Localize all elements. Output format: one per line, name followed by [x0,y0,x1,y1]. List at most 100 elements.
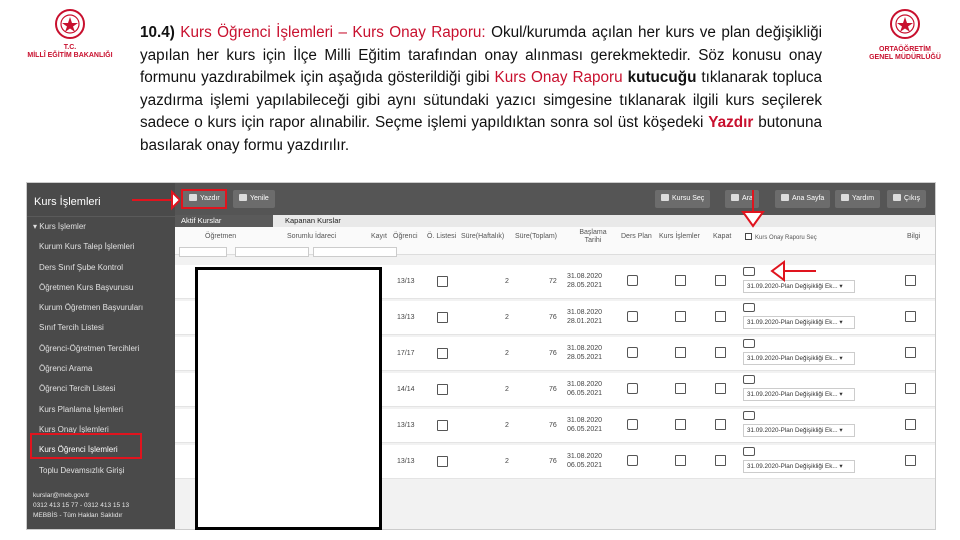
highlight-print-button [181,189,227,209]
edit-document-icon[interactable] [675,275,686,286]
logout-icon [893,194,901,201]
cell-bitis-tarihi: 28.01.2021 [567,318,603,325]
info-icon[interactable] [905,419,916,430]
col-kapat: Kapat [713,233,732,240]
homepage-button[interactable]: Ana Sayfa [775,190,831,208]
sidebar-item-kurs-islemler[interactable]: ▾ Kurs İşlemler [27,217,175,237]
cell-bitis-tarihi: 06.05.2021 [567,390,603,397]
course-select-button[interactable]: Kursu Seç [655,190,711,208]
student-list-icon[interactable] [437,276,448,287]
student-list-icon[interactable] [437,420,448,431]
printer-icon[interactable] [743,339,755,348]
sidebar-item-sinif-tercih[interactable]: Sınıf Tercih Listesi [27,318,175,338]
calendar-icon[interactable] [627,383,638,394]
sidebar-item-toplu-devamsizlik[interactable]: Toplu Devamsızlık Girişi [27,461,175,481]
cell-bitis-tarihi: 28.05.2021 [567,282,603,289]
col-sure-haftalik: Süre(Haftalık) [461,233,505,240]
sidebar-item-kurum-kurs-talep[interactable]: Kurum Kurs Talep İşlemleri [27,237,175,257]
plan-dropdown[interactable]: 31.09.2020-Plan Değişikliği Ek... ▾ [743,460,855,473]
sidebar-item-ogrenci-tercih-listesi[interactable]: Öğrenci Tercih Listesi [27,379,175,399]
sidebar-item-ogrenci-ogretmen-tercih[interactable]: Öğrenci-Öğretmen Tercihleri [27,339,175,359]
cell-baslama-tarihi: 31.08.2020 [567,345,603,352]
plan-dropdown-value: 31.09.2020-Plan Değişikliği Ek... [747,283,838,290]
close-document-icon[interactable] [715,311,726,322]
plan-dropdown[interactable]: 31.09.2020-Plan Değişikliği Ek... ▾ [743,316,855,329]
logout-button[interactable]: Çıkış [887,190,926,208]
plan-dropdown-value: 31.09.2020-Plan Değişikliği Ek... [747,427,838,434]
cell-sure-toplam: 76 [549,314,557,321]
arrow-to-checkbox-icon [741,190,765,228]
logo-right-line1: ORTAÖĞRETİM [879,46,931,53]
cell-sure-toplam: 76 [549,386,557,393]
filter-input-ogretmen[interactable] [235,247,309,257]
printer-icon[interactable] [743,375,755,384]
cell-kayit: 14/14 [397,386,415,393]
cell-sure-haftalik: 2 [505,314,509,321]
cell-baslama-tarihi: 31.08.2020 [567,309,603,316]
close-document-icon[interactable] [715,275,726,286]
info-icon[interactable] [905,383,916,394]
col-baslama-tarihi: Başlama Tarihi [579,229,607,244]
calendar-icon[interactable] [627,311,638,322]
select-all-checkbox[interactable] [745,233,752,240]
student-list-icon[interactable] [437,456,448,467]
cell-bitis-tarihi: 06.05.2021 [567,462,603,469]
sidebar-item-kurs-planlama[interactable]: Kurs Planlama İşlemleri [27,400,175,420]
col-kurs-islemler: Kurs İşlemler [659,233,700,240]
desc-yazdir: Yazdır [708,114,754,132]
close-document-icon[interactable] [715,419,726,430]
toolbar: Yazdır Yenile Kursu Seç Ara Ana Sayfa Ya… [175,183,935,215]
plan-dropdown[interactable]: 31.09.2020-Plan Değişikliği Ek... ▾ [743,424,855,437]
calendar-icon[interactable] [627,347,638,358]
plan-dropdown[interactable]: 31.09.2020-Plan Değişikliği Ek... ▾ [743,352,855,365]
calendar-icon[interactable] [627,419,638,430]
edit-document-icon[interactable] [675,311,686,322]
info-icon[interactable] [905,347,916,358]
arrow-to-row-printer-icon [770,260,816,282]
sidebar-item-kurum-ogretmen-basvurulari[interactable]: Kurum Öğretmen Başvuruları [27,298,175,318]
edit-document-icon[interactable] [675,383,686,394]
printer-icon[interactable] [743,411,755,420]
cell-sure-toplam: 76 [549,422,557,429]
footer-email: kurslar@meb.gov.tr [33,492,90,499]
info-icon[interactable] [905,311,916,322]
refresh-icon [239,194,247,201]
col-bilgi: Bilgi [907,233,921,240]
refresh-button[interactable]: Yenile [233,190,275,208]
cell-bitis-tarihi: 06.05.2021 [567,426,603,433]
col-kayit: Kayıt [371,233,387,240]
edit-document-icon[interactable] [675,347,686,358]
arrow-to-print-icon [132,189,180,211]
student-list-icon[interactable] [437,312,448,323]
info-icon[interactable] [905,275,916,286]
tab-kapanan-kurslar[interactable]: Kapanan Kurslar [279,215,341,227]
calendar-icon[interactable] [627,275,638,286]
filter-input-1[interactable] [179,247,227,257]
tab-aktif-kurslar[interactable]: Aktif Kurslar [175,215,273,227]
printer-icon[interactable] [743,303,755,312]
edit-document-icon[interactable] [675,419,686,430]
plan-dropdown[interactable]: 31.09.2020-Plan Değişikliği Ek... ▾ [743,388,855,401]
sidebar-item-ogrenci-arama[interactable]: Öğrenci Arama [27,359,175,379]
info-icon[interactable] [905,455,916,466]
sidebar-item-ders-sinif-sube[interactable]: Ders Sınıf Şube Kontrol [27,258,175,278]
cell-kayit: 13/13 [397,422,415,429]
printer-icon[interactable] [743,267,755,276]
close-document-icon[interactable] [715,347,726,358]
plan-dropdown-value: 31.09.2020-Plan Değişikliği Ek... [747,463,838,470]
cell-sure-haftalik: 2 [505,386,509,393]
help-button[interactable]: Yardım [835,190,881,208]
student-list-icon[interactable] [437,348,448,359]
close-document-icon[interactable] [715,383,726,394]
filter-input-idareci[interactable] [313,247,397,257]
sidebar-item-ogretmen-kurs-basvurusu[interactable]: Öğretmen Kurs Başvurusu [27,278,175,298]
logo-left-line1: T.C. [63,44,77,51]
calendar-icon[interactable] [627,455,638,466]
edit-document-icon[interactable] [675,455,686,466]
close-document-icon[interactable] [715,455,726,466]
meb-emblem-icon [55,9,85,39]
student-list-icon[interactable] [437,384,448,395]
col-kurs-onay-raporu: Kurs Onay Raporu Seç [745,233,817,242]
printer-icon[interactable] [743,447,755,456]
logo-right-line2: GENEL MÜDÜRLÜĞÜ [869,54,941,61]
